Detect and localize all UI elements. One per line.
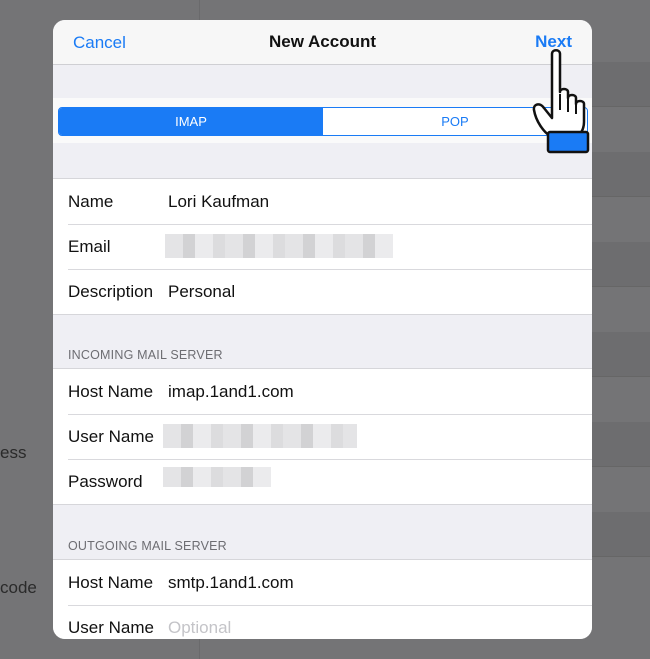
- background-row: [590, 152, 650, 197]
- incoming-password-label: Password: [68, 472, 143, 491]
- name-row[interactable]: Name Lori Kaufman: [53, 179, 592, 224]
- incoming-password-row[interactable]: Password: [53, 459, 592, 504]
- description-row[interactable]: Description Personal: [53, 269, 592, 314]
- new-account-sheet: Cancel New Account Next IMAP POP Name Lo…: [53, 20, 592, 639]
- outgoing-host-field[interactable]: smtp.1and1.com: [168, 573, 294, 593]
- account-type-segmented-control: IMAP POP: [58, 107, 588, 136]
- description-field[interactable]: Personal: [168, 282, 235, 302]
- page-title: New Account: [268, 32, 377, 51]
- outgoing-user-field[interactable]: Optional: [168, 618, 231, 638]
- background-label-code: code: [0, 578, 37, 597]
- background-row: [590, 332, 650, 377]
- incoming-user-row[interactable]: User Name: [53, 414, 592, 459]
- segment-imap[interactable]: IMAP: [59, 108, 323, 135]
- email-label: Email: [68, 237, 111, 256]
- description-label: Description: [68, 282, 154, 301]
- incoming-user-field-redacted[interactable]: [163, 424, 357, 448]
- name-field[interactable]: Lori Kaufman: [168, 192, 269, 212]
- outgoing-user-label: User Name: [68, 618, 154, 637]
- outgoing-host-label: Host Name: [68, 573, 154, 592]
- incoming-server-group: Host Name imap.1and1.com User Name Passw…: [53, 368, 592, 505]
- incoming-password-field-redacted[interactable]: [163, 467, 271, 487]
- email-row[interactable]: Email: [53, 224, 592, 269]
- background-label-ess: ess: [0, 443, 27, 462]
- incoming-host-field[interactable]: imap.1and1.com: [168, 382, 294, 402]
- background-row: [590, 422, 650, 467]
- navigation-bar: Cancel New Account Next: [53, 20, 592, 65]
- background-row: [590, 62, 650, 107]
- outgoing-section-header: OUTGOING MAIL SERVER: [68, 539, 227, 553]
- account-info-group: Name Lori Kaufman Email Description Pers…: [53, 178, 592, 315]
- name-label: Name: [68, 192, 114, 211]
- hand-pointer-cursor-icon: [532, 49, 590, 154]
- outgoing-user-row[interactable]: User Name Optional: [53, 605, 592, 639]
- outgoing-server-group: Host Name smtp.1and1.com User Name Optio…: [53, 559, 592, 639]
- outgoing-host-row[interactable]: Host Name smtp.1and1.com: [53, 560, 592, 605]
- background-row: [590, 512, 650, 557]
- email-field-redacted[interactable]: [165, 234, 393, 258]
- incoming-user-label: User Name: [68, 427, 154, 446]
- incoming-section-header: INCOMING MAIL SERVER: [68, 348, 223, 362]
- background-row: [590, 242, 650, 287]
- incoming-host-row[interactable]: Host Name imap.1and1.com: [53, 369, 592, 414]
- incoming-host-label: Host Name: [68, 382, 154, 401]
